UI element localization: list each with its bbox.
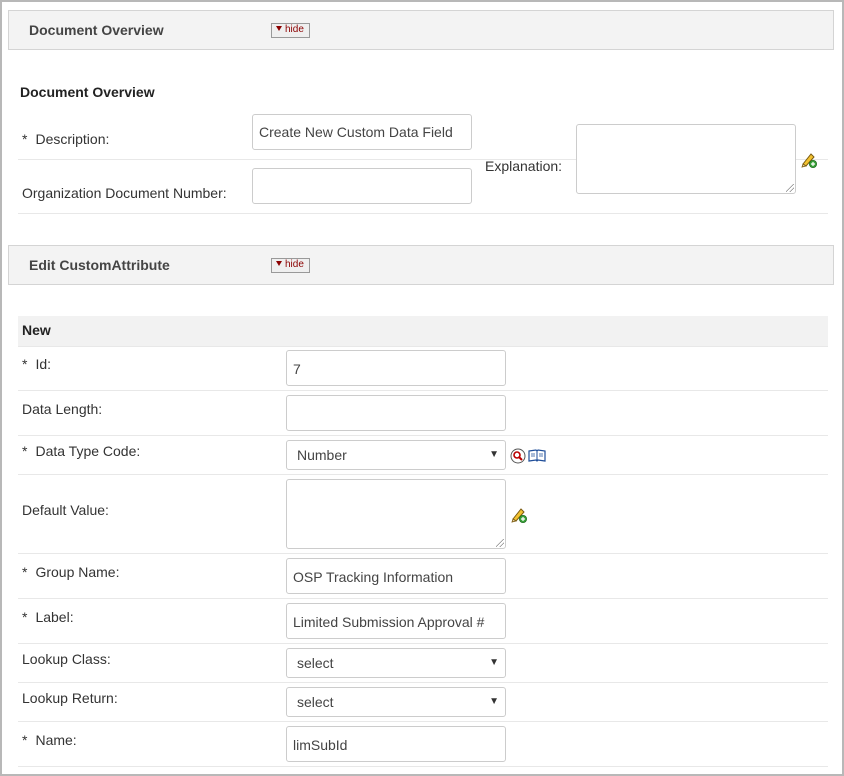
description-label-text: Description: [35, 131, 110, 147]
search-icon[interactable] [510, 448, 526, 467]
name-label: * Name: [22, 732, 77, 748]
org-doc-number-input[interactable] [252, 168, 472, 204]
explanation-label: Explanation: [485, 158, 563, 174]
data-length-input[interactable] [286, 395, 506, 431]
required-marker: * [22, 443, 28, 459]
id-input[interactable]: 7 [286, 350, 506, 386]
chevron-down-icon: ▼ [489, 696, 499, 707]
hide-label: hide [285, 24, 304, 35]
group-name-label: * Group Name: [22, 564, 120, 580]
pencil-icon[interactable] [510, 506, 528, 527]
page-frame: Document Overview hide Document Overview… [0, 0, 844, 776]
id-label: * Id: [22, 356, 51, 372]
name-input[interactable]: limSubId [286, 726, 506, 762]
description-label: * Description: [22, 131, 109, 147]
document-overview-header: Document Overview hide [8, 10, 834, 50]
edit-customattribute-hide-button[interactable]: hide [271, 258, 310, 273]
row-divider [18, 346, 828, 347]
lookup-return-value: select [297, 694, 334, 710]
pencil-icon[interactable] [800, 151, 818, 172]
caret-down-icon [276, 26, 282, 31]
lookup-class-label: Lookup Class: [22, 651, 111, 667]
required-marker: * [22, 356, 28, 372]
org-doc-number-label: Organization Document Number: [22, 185, 227, 201]
required-marker: * [22, 564, 28, 580]
document-overview-header-title: Document Overview [29, 22, 164, 38]
label-label: * Label: [22, 609, 74, 625]
row-divider [18, 682, 828, 683]
required-marker: * [22, 732, 28, 748]
row-divider [18, 721, 828, 722]
label-input[interactable]: Limited Submission Approval # [286, 603, 506, 639]
data-type-code-value: Number [297, 447, 347, 463]
row-divider [18, 598, 828, 599]
row-divider [18, 766, 828, 767]
data-type-code-label-text: Data Type Code: [35, 443, 141, 459]
lookup-class-value: select [297, 655, 334, 671]
resize-grip[interactable] [786, 184, 794, 192]
hide-label: hide [285, 259, 304, 270]
caret-down-icon [276, 261, 282, 266]
chevron-down-icon: ▼ [489, 657, 499, 668]
document-overview-title: Document Overview [20, 84, 155, 100]
data-length-label: Data Length: [22, 401, 103, 417]
group-name-label-text: Group Name: [35, 564, 120, 580]
chevron-down-icon: ▼ [489, 449, 499, 460]
default-value-label: Default Value: [22, 502, 109, 518]
document-overview-hide-button[interactable]: hide [271, 23, 310, 38]
lookup-return-label: Lookup Return: [22, 690, 118, 706]
required-marker: * [22, 131, 28, 147]
book-icon[interactable] [528, 448, 546, 467]
label-label-text: Label: [35, 609, 74, 625]
lookup-return-select[interactable]: select ▼ [286, 687, 506, 717]
row-divider [18, 213, 828, 214]
edit-customattribute-header-title: Edit CustomAttribute [29, 257, 170, 273]
id-label-text: Id: [35, 356, 52, 372]
new-section-band [18, 316, 828, 346]
data-type-code-select[interactable]: Number ▼ [286, 440, 506, 470]
row-divider [18, 435, 828, 436]
edit-customattribute-header: Edit CustomAttribute hide [8, 245, 834, 285]
new-section-title: New [22, 322, 51, 338]
row-divider [18, 643, 828, 644]
data-type-code-label: * Data Type Code: [22, 443, 140, 459]
row-divider [18, 390, 828, 391]
resize-grip[interactable] [496, 539, 504, 547]
lookup-class-select[interactable]: select ▼ [286, 648, 506, 678]
group-name-input[interactable]: OSP Tracking Information [286, 558, 506, 594]
row-divider [18, 553, 828, 554]
name-label-text: Name: [35, 732, 77, 748]
explanation-textarea[interactable] [576, 124, 796, 194]
description-input[interactable]: Create New Custom Data Field [252, 114, 472, 150]
row-divider [18, 474, 828, 475]
default-value-textarea[interactable] [286, 479, 506, 549]
required-marker: * [22, 609, 28, 625]
